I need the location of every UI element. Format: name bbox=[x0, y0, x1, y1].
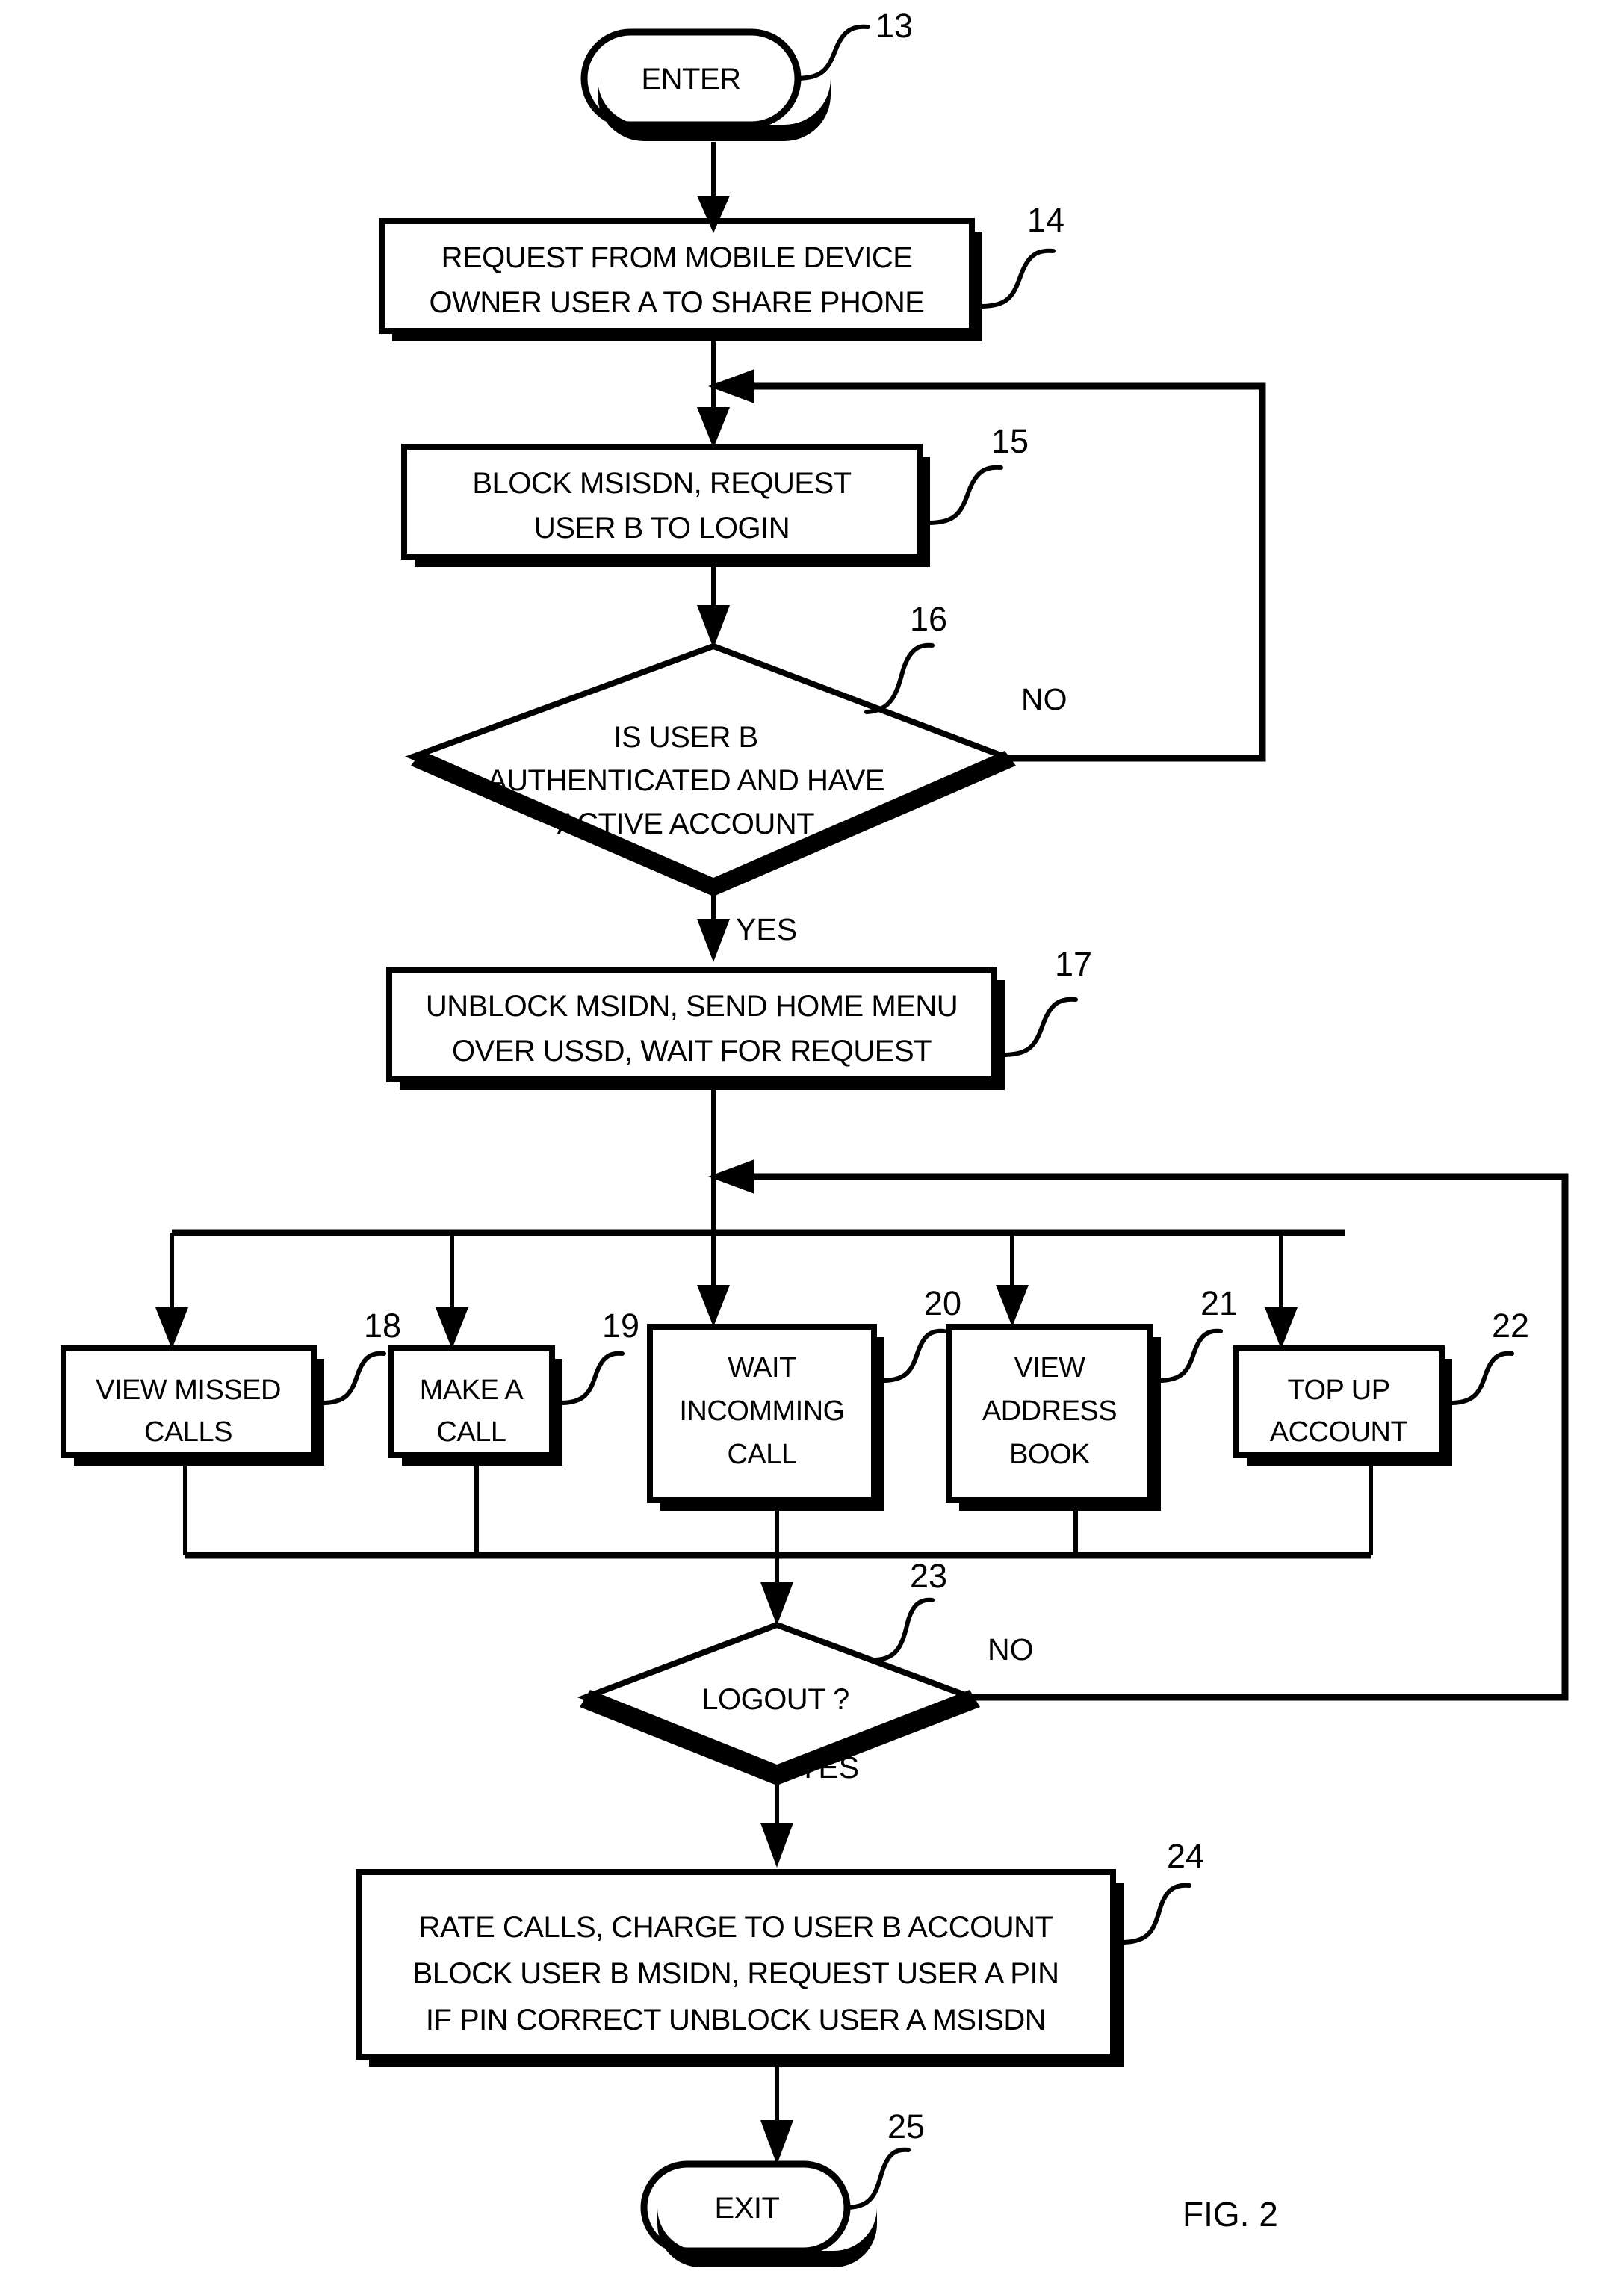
leader-20 bbox=[882, 1328, 946, 1383]
node-logout-check: LOGOUT ? 23 NO YES bbox=[577, 1557, 1034, 1785]
arrowhead-exit bbox=[760, 2120, 793, 2165]
leader-14 bbox=[980, 248, 1056, 309]
unblock-line-1: UNBLOCK MSIDN, SEND HOME MENU bbox=[426, 990, 958, 1023]
node-request-share: REQUEST FROM MOBILE DEVICE OWNER USER A … bbox=[379, 201, 1064, 341]
leader-24 bbox=[1121, 1883, 1191, 1945]
node-wait-incoming-call: WAIT INCOMMING CALL 20 bbox=[647, 1284, 961, 1511]
ref-16: 16 bbox=[910, 600, 947, 638]
ref-23: 23 bbox=[910, 1557, 947, 1595]
node-block-msisdn: BLOCK MSISDN, REQUEST USER B TO LOGIN 15 bbox=[401, 422, 1029, 567]
missed-line-1: VIEW MISSED bbox=[96, 1375, 281, 1406]
arrowhead-addressbook bbox=[996, 1285, 1029, 1327]
ref-21: 21 bbox=[1200, 1284, 1238, 1322]
ref-19: 19 bbox=[602, 1307, 639, 1345]
node-view-missed-calls: VIEW MISSED CALLS 18 bbox=[61, 1307, 401, 1466]
node-enter: ENTER 13 bbox=[580, 7, 913, 141]
ref-22: 22 bbox=[1492, 1307, 1529, 1345]
rate-line-3: IF PIN CORRECT UNBLOCK USER A MSISDN bbox=[426, 2004, 1046, 2036]
arrowhead-waitcall bbox=[697, 1285, 730, 1327]
label-auth-no: NO bbox=[1021, 682, 1067, 716]
ref-14: 14 bbox=[1027, 201, 1064, 239]
addressbook-line-1: VIEW bbox=[1014, 1352, 1085, 1384]
arrowhead-request bbox=[697, 196, 730, 233]
auth-line-3: ACTIVE ACCOUNT bbox=[557, 808, 814, 840]
ref-15: 15 bbox=[991, 422, 1029, 460]
ref-13: 13 bbox=[875, 7, 913, 45]
arrowhead-makecall bbox=[436, 1307, 468, 1349]
arrowhead-unblock bbox=[697, 919, 730, 962]
patent-figure: ENTER 13 REQUEST FROM MOBILE DEVICE OWNE… bbox=[0, 0, 1624, 2271]
leader-22 bbox=[1450, 1351, 1514, 1405]
enter-label: ENTER bbox=[641, 63, 740, 96]
leader-17 bbox=[1002, 997, 1078, 1057]
arrowhead-missed bbox=[155, 1307, 188, 1349]
flowchart-diagram: ENTER 13 REQUEST FROM MOBILE DEVICE OWNE… bbox=[61, 7, 1569, 2267]
ref-25: 25 bbox=[887, 2107, 925, 2145]
leader-13 bbox=[796, 24, 870, 81]
topup-line-2: ACCOUNT bbox=[1270, 1416, 1408, 1448]
leader-25 bbox=[845, 2147, 911, 2210]
ref-18: 18 bbox=[364, 1307, 401, 1345]
arrowhead-block bbox=[697, 407, 730, 448]
makecall-line-1: MAKE A bbox=[420, 1375, 524, 1406]
request-line-2: OWNER USER A TO SHARE PHONE bbox=[430, 286, 925, 319]
unblock-line-2: OVER USSD, WAIT FOR REQUEST bbox=[452, 1035, 932, 1068]
node-view-address-book: VIEW ADDRESS BOOK 21 bbox=[946, 1284, 1238, 1511]
rate-line-2: BLOCK USER B MSIDN, REQUEST USER A PIN bbox=[413, 1957, 1059, 1990]
leader-23 bbox=[873, 1597, 935, 1662]
leader-21 bbox=[1159, 1328, 1223, 1383]
rate-line-1: RATE CALLS, CHARGE TO USER B ACCOUNT bbox=[419, 1911, 1053, 1944]
figure-label: FIG. 2 bbox=[1183, 2195, 1278, 2234]
node-make-a-call: MAKE A CALL 19 bbox=[388, 1307, 639, 1466]
addressbook-line-2: ADDRESS bbox=[982, 1395, 1117, 1427]
node-auth-check: IS USER B AUTHENTICATED AND HAVE ACTIVE … bbox=[405, 600, 1067, 946]
waitcall-line-3: CALL bbox=[727, 1439, 796, 1470]
auth-line-1: IS USER B bbox=[613, 721, 757, 754]
leader-15 bbox=[928, 465, 1003, 525]
leader-16 bbox=[864, 642, 935, 714]
ref-20: 20 bbox=[924, 1284, 961, 1322]
arrowhead-logout bbox=[760, 1582, 793, 1626]
label-logout-yes: YES bbox=[798, 1750, 859, 1785]
arrowhead-auth bbox=[697, 605, 730, 648]
node-unblock-send-menu: UNBLOCK MSIDN, SEND HOME MENU OVER USSD,… bbox=[386, 945, 1092, 1090]
node-rate-and-charge: RATE CALLS, CHARGE TO USER B ACCOUNT BLO… bbox=[356, 1837, 1204, 2067]
auth-line-2: AUTHENTICATED AND HAVE bbox=[487, 764, 884, 797]
label-logout-no: NO bbox=[988, 1632, 1034, 1667]
makecall-line-2: CALL bbox=[436, 1416, 506, 1448]
topup-line-1: TOP UP bbox=[1287, 1375, 1389, 1406]
waitcall-line-1: WAIT bbox=[728, 1352, 796, 1384]
block-line-2: USER B TO LOGIN bbox=[534, 512, 790, 545]
missed-line-2: CALLS bbox=[144, 1416, 232, 1448]
exit-label: EXIT bbox=[715, 2192, 780, 2225]
waitcall-line-2: INCOMMING bbox=[679, 1395, 844, 1427]
block-line-1: BLOCK MSISDN, REQUEST bbox=[472, 467, 851, 500]
leader-18 bbox=[322, 1351, 386, 1405]
addressbook-line-3: BOOK bbox=[1009, 1439, 1090, 1470]
ref-17: 17 bbox=[1055, 945, 1092, 983]
label-auth-yes: YES bbox=[736, 912, 797, 946]
arrowhead-rate bbox=[760, 1823, 793, 1868]
request-line-1: REQUEST FROM MOBILE DEVICE bbox=[441, 241, 913, 274]
logout-line-1: LOGOUT ? bbox=[701, 1683, 849, 1716]
ref-24: 24 bbox=[1167, 1837, 1204, 1875]
leader-19 bbox=[560, 1351, 625, 1405]
arrowhead-topup bbox=[1265, 1307, 1298, 1349]
